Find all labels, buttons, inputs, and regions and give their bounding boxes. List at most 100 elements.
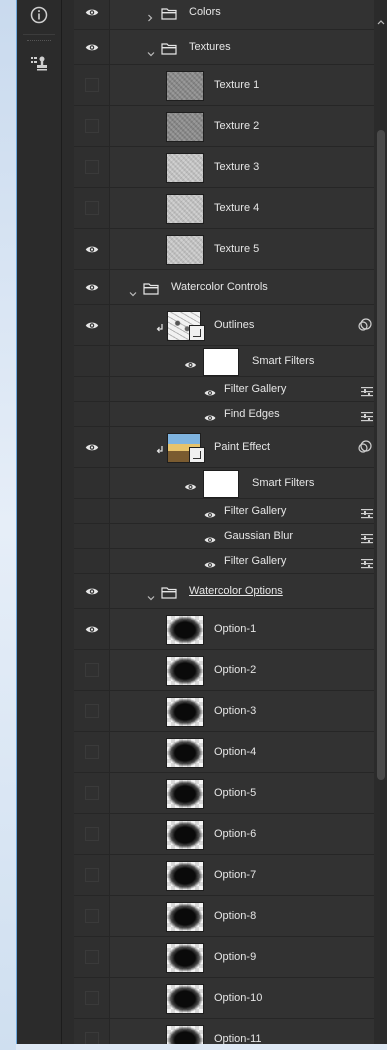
eye-icon[interactable] xyxy=(74,270,109,304)
folder-icon xyxy=(161,42,177,60)
layer-thumbnail[interactable] xyxy=(166,194,204,224)
layer-row-smart[interactable]: Paint Effect xyxy=(74,427,374,468)
layer-name: Outlines xyxy=(214,319,255,331)
filter-mask-thumbnail[interactable] xyxy=(203,348,239,376)
visibility-toggle-empty[interactable] xyxy=(74,855,109,895)
layer-thumbnail[interactable] xyxy=(166,153,204,183)
eye-icon[interactable] xyxy=(74,229,109,269)
layer-thumbnail[interactable] xyxy=(166,656,204,686)
layer-row-texture[interactable]: Texture 4 xyxy=(74,188,374,229)
layer-row-option[interactable]: Option-2 xyxy=(74,650,374,691)
layer-row-smart[interactable]: Outlines xyxy=(74,305,374,346)
layer-row-filter[interactable]: Find Edges xyxy=(74,402,374,427)
filter-options-icon[interactable] xyxy=(361,384,373,402)
eye-icon[interactable] xyxy=(74,609,109,649)
fx-icon[interactable] xyxy=(357,440,373,459)
eye-icon[interactable] xyxy=(204,531,216,549)
visibility-toggle-empty[interactable] xyxy=(74,896,109,936)
layer-row-option[interactable]: Option-6 xyxy=(74,814,374,855)
layer-row-group[interactable]: Textures xyxy=(74,30,374,65)
layer-thumbnail[interactable] xyxy=(166,984,204,1014)
layer-row-filter[interactable]: Filter Gallery xyxy=(74,499,374,524)
layer-row-filter[interactable]: Filter Gallery xyxy=(74,549,374,574)
layer-thumbnail[interactable] xyxy=(166,820,204,850)
eye-icon[interactable] xyxy=(204,409,216,427)
eye-icon[interactable] xyxy=(204,384,216,402)
layer-row-texture[interactable]: Texture 2 xyxy=(74,106,374,147)
layer-row-group[interactable]: Watercolor Controls xyxy=(74,270,374,305)
layer-thumbnail[interactable] xyxy=(166,943,204,973)
fx-icon[interactable] xyxy=(357,318,373,337)
layer-row-option[interactable]: Option-9 xyxy=(74,937,374,978)
layer-thumbnail[interactable] xyxy=(166,738,204,768)
layer-thumbnail[interactable] xyxy=(166,235,204,265)
visibility-toggle-empty[interactable] xyxy=(74,937,109,977)
visibility-toggle-empty[interactable] xyxy=(74,978,109,1018)
eye-icon[interactable] xyxy=(204,556,216,574)
layer-row-filter[interactable]: Gaussian Blur xyxy=(74,524,374,549)
filter-mask-thumbnail[interactable] xyxy=(203,470,239,498)
layer-name: Option-4 xyxy=(214,746,257,758)
layer-row-option[interactable]: Option-11 xyxy=(74,1019,374,1044)
filter-options-icon[interactable] xyxy=(361,531,373,549)
layer-row-smartfilters[interactable]: Smart Filters xyxy=(74,346,374,377)
eye-icon[interactable] xyxy=(74,427,109,467)
visibility-toggle-empty[interactable] xyxy=(74,691,109,731)
eye-icon[interactable] xyxy=(74,574,109,608)
eye-icon[interactable] xyxy=(184,478,197,496)
scrollbar[interactable] xyxy=(374,0,387,1044)
layer-name: Filter Gallery xyxy=(224,505,287,517)
layer-row-option[interactable]: Option-7 xyxy=(74,855,374,896)
layer-row-group[interactable]: Watercolor Options xyxy=(74,574,374,609)
layer-row-option[interactable]: Option-5 xyxy=(74,773,374,814)
eye-icon[interactable] xyxy=(74,305,109,345)
layer-thumbnail[interactable] xyxy=(166,902,204,932)
layer-row-texture[interactable]: Texture 5 xyxy=(74,229,374,270)
visibility-toggle-empty[interactable] xyxy=(74,814,109,854)
layer-thumbnail[interactable] xyxy=(166,697,204,727)
layer-row-option[interactable]: Option-1 xyxy=(74,609,374,650)
eye-icon[interactable] xyxy=(74,30,109,64)
layer-name: Option-8 xyxy=(214,910,257,922)
toolstrip-grip[interactable] xyxy=(27,40,51,44)
eye-icon[interactable] xyxy=(74,0,109,29)
chevron-down-icon[interactable] xyxy=(147,588,155,606)
visibility-toggle-empty[interactable] xyxy=(74,188,109,228)
layer-row-smartfilters[interactable]: Smart Filters xyxy=(74,468,374,499)
chevron-down-icon[interactable] xyxy=(147,44,155,62)
visibility-toggle-empty[interactable] xyxy=(74,1019,109,1044)
layer-thumbnail[interactable] xyxy=(166,861,204,891)
visibility-toggle-empty[interactable] xyxy=(74,773,109,813)
layer-thumbnail[interactable] xyxy=(166,779,204,809)
filter-options-icon[interactable] xyxy=(361,409,373,427)
layer-thumbnail[interactable] xyxy=(166,615,204,645)
layer-thumbnail[interactable] xyxy=(166,1025,204,1044)
visibility-toggle-empty[interactable] xyxy=(74,147,109,187)
visibility-toggle-empty[interactable] xyxy=(74,106,109,146)
layer-thumbnail[interactable] xyxy=(166,71,204,101)
visibility-toggle-empty[interactable] xyxy=(74,65,109,105)
layer-row-group[interactable]: Colors xyxy=(74,0,374,30)
layer-row-option[interactable]: Option-3 xyxy=(74,691,374,732)
layer-row-option[interactable]: Option-4 xyxy=(74,732,374,773)
filter-options-icon[interactable] xyxy=(361,556,373,574)
properties-stamp-icon[interactable] xyxy=(17,48,61,78)
visibility-toggle-empty[interactable] xyxy=(74,732,109,772)
filter-options-icon[interactable] xyxy=(361,506,373,524)
layer-row-option[interactable]: Option-10 xyxy=(74,978,374,1019)
toolstrip-divider xyxy=(23,34,55,35)
frame-bottom-gap xyxy=(16,1044,387,1050)
scroll-up-arrow-icon[interactable] xyxy=(374,16,387,28)
eye-icon[interactable] xyxy=(204,506,216,524)
layer-row-option[interactable]: Option-8 xyxy=(74,896,374,937)
visibility-toggle-empty[interactable] xyxy=(74,650,109,690)
info-icon[interactable] xyxy=(17,0,61,30)
layer-thumbnail[interactable] xyxy=(166,112,204,142)
chevron-right-icon[interactable] xyxy=(147,9,153,27)
layer-row-texture[interactable]: Texture 3 xyxy=(74,147,374,188)
layer-row-texture[interactable]: Texture 1 xyxy=(74,65,374,106)
chevron-down-icon[interactable] xyxy=(129,284,137,302)
scrollbar-thumb[interactable] xyxy=(377,130,385,780)
layer-row-filter[interactable]: Filter Gallery xyxy=(74,377,374,402)
eye-icon[interactable] xyxy=(184,356,197,374)
